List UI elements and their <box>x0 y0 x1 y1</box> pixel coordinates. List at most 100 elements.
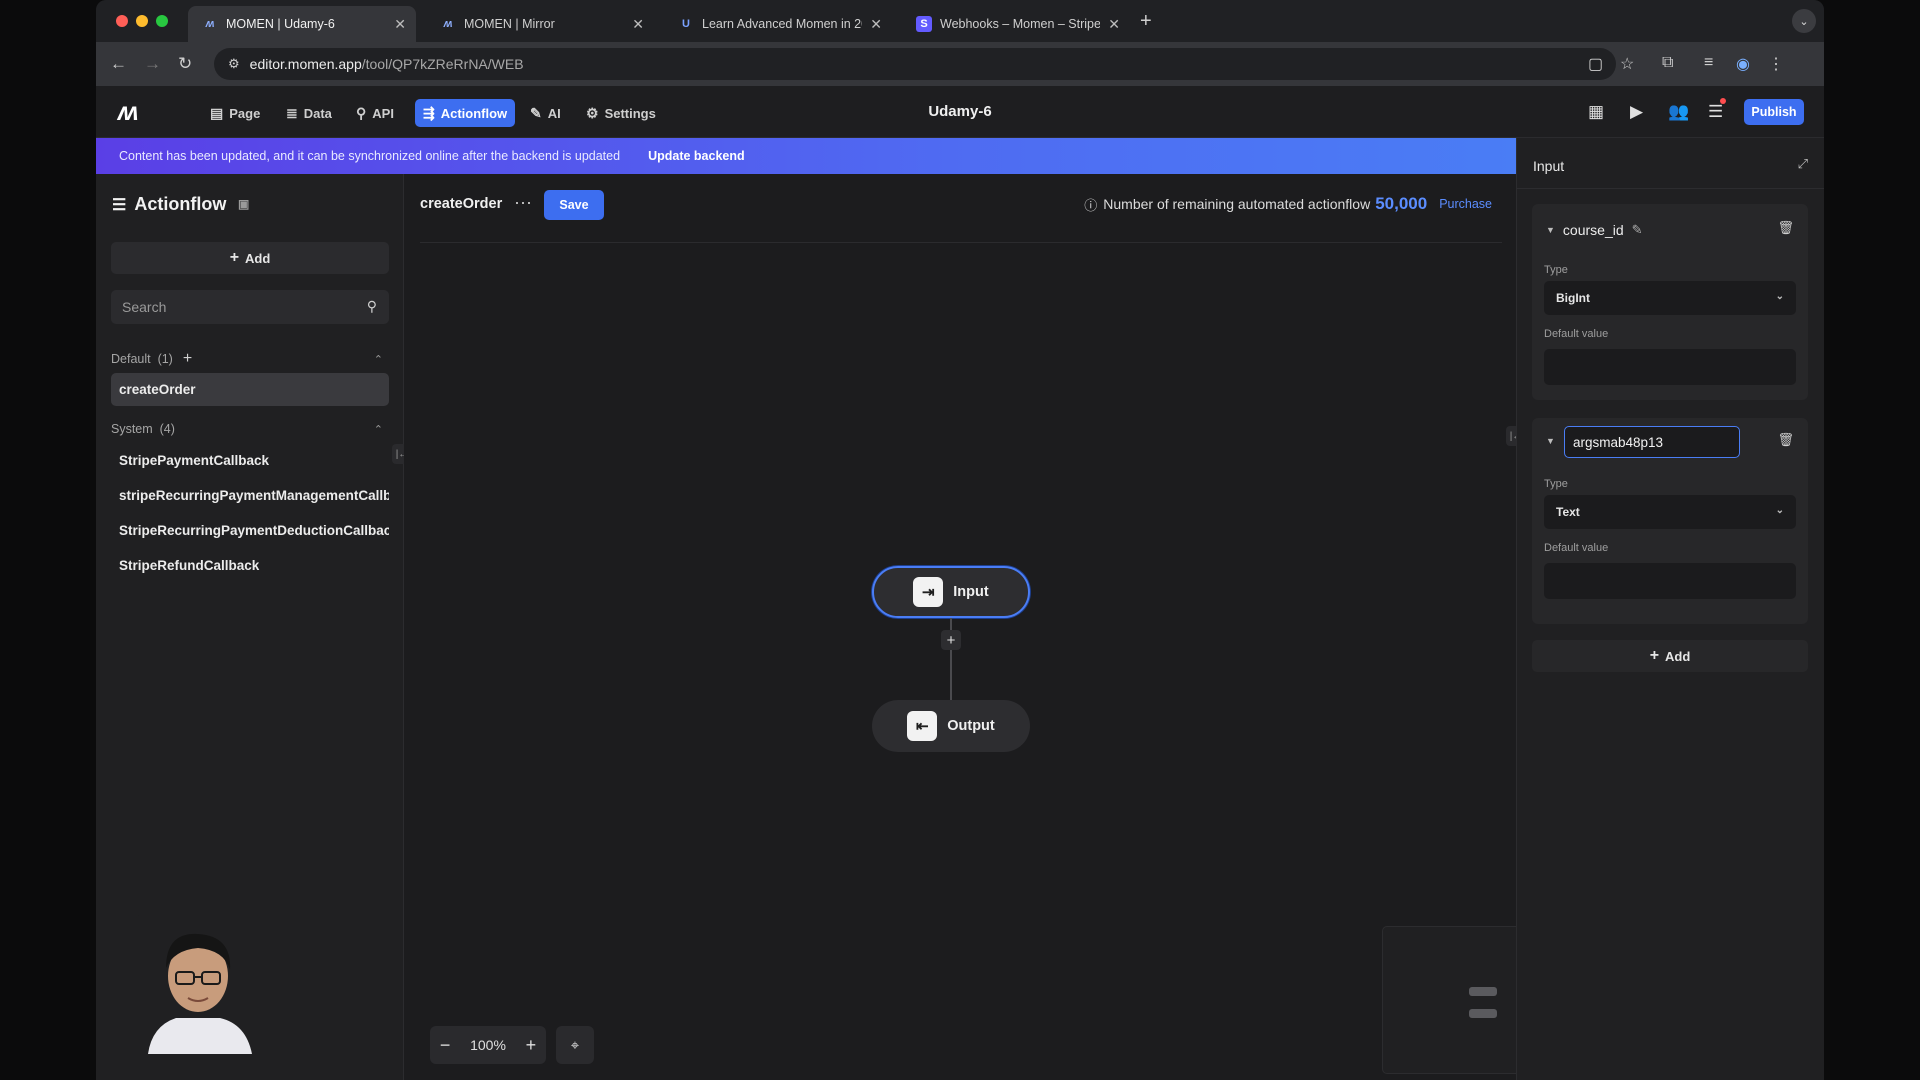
actionflow-sidebar: ☰ Actionflow ▣ + Add Search ⚲ Default (1)… <box>96 174 404 1080</box>
tab-title: MOMEN | Mirror <box>464 17 555 31</box>
caret-down-icon[interactable]: ▼ <box>1546 225 1555 235</box>
info-icon: ⓘ <box>1084 197 1098 213</box>
collapse-group-icon[interactable]: ⌃ <box>374 423 383 436</box>
type-select[interactable]: BigInt ⌄ <box>1544 281 1796 315</box>
add-label: Add <box>1665 648 1691 664</box>
list-item[interactable]: stripeRecurringPaymentManagementCallback <box>111 479 389 512</box>
close-tab-icon[interactable]: ✕ <box>632 16 644 33</box>
momen-logo-icon: ʍ <box>443 18 453 30</box>
param-card-new: ▼ 🗑 Type Text ⌄ Default value <box>1532 418 1808 624</box>
browser-tab-3[interactable]: U Learn Advanced Momen in 20 ✕ <box>664 6 892 42</box>
zoom-controls: − 100% + <box>430 1026 546 1064</box>
gear-icon: ⚙ <box>586 104 599 121</box>
back-icon[interactable]: ← <box>110 54 127 74</box>
close-tab-icon[interactable]: ✕ <box>394 16 406 33</box>
minimap-node <box>1469 1009 1497 1018</box>
flow-name: createOrder <box>420 196 503 212</box>
list-item-createorder[interactable]: createOrder <box>111 373 389 406</box>
udemy-icon: U <box>682 18 690 30</box>
plus-icon: + <box>229 249 240 266</box>
nav-label: API <box>372 105 394 121</box>
input-config-panel: Input ⤢ ▼ course_id ✎ 🗑 Type BigInt ⌄ De… <box>1516 138 1824 1080</box>
group-header-system[interactable]: System (4) ⌃ <box>111 422 389 436</box>
docs-book-icon[interactable]: ▣ <box>238 197 249 211</box>
url-path: /tool/QP7kZReRrNA/WEB <box>361 56 524 72</box>
fit-view-icon[interactable]: ⌖ <box>556 1026 594 1064</box>
nav-data[interactable]: ≣ Data <box>278 99 340 127</box>
nav-actionflow[interactable]: ⇶ Actionflow <box>415 99 516 127</box>
browser-tab-2[interactable]: ʍ MOMEN | Mirror ✕ <box>426 6 654 42</box>
media-control-icon[interactable]: ≡ <box>1704 54 1713 72</box>
close-tab-icon[interactable]: ✕ <box>1108 16 1120 33</box>
app-header: ʍ ▤ Page ≣ Data ⚲ API ⇶ Actionflow ✎ AI ⚙ Sett… <box>96 86 1824 138</box>
zoom-in-button[interactable]: + <box>526 1035 537 1056</box>
stripe-icon: S <box>916 16 932 32</box>
momen-logo-icon: ʍ <box>205 18 215 30</box>
connector-line <box>950 650 952 702</box>
publish-button[interactable]: Publish <box>1744 99 1804 125</box>
type-label: Type <box>1544 478 1568 490</box>
reload-icon[interactable]: ↻ <box>178 54 192 74</box>
more-options-icon[interactable]: ··· <box>514 192 532 213</box>
node-label: Input <box>953 584 989 600</box>
default-value-field[interactable] <box>1544 563 1796 599</box>
search-placeholder: Search <box>122 299 167 315</box>
nav-api[interactable]: ⚲ API <box>348 99 402 127</box>
notification-dot <box>1720 98 1726 104</box>
notifications-icon[interactable]: ☰ <box>1708 98 1726 122</box>
update-backend-link[interactable]: Update backend <box>648 149 745 163</box>
close-tab-icon[interactable]: ✕ <box>870 16 882 33</box>
param-header[interactable]: ▼ course_id ✎ <box>1546 222 1643 238</box>
browser-tab-4[interactable]: S Webhooks – Momen – Stripe ✕ <box>902 6 1130 42</box>
add-param-button[interactable]: + Add <box>1532 640 1808 672</box>
site-settings-icon[interactable]: ⚙ <box>228 56 240 72</box>
add-actionflow-button[interactable]: + Add <box>111 242 389 274</box>
expand-icon[interactable]: ⤢ <box>1798 156 1808 172</box>
list-item[interactable]: StripeRefundCallback <box>111 549 389 582</box>
caret-down-icon[interactable]: ▼ <box>1546 436 1555 446</box>
edit-pencil-icon[interactable]: ✎ <box>1632 222 1643 238</box>
nav-settings[interactable]: ⚙ Settings <box>578 99 664 127</box>
zoom-out-button[interactable]: − <box>440 1035 451 1056</box>
url-host: editor.momen.app <box>249 56 362 72</box>
param-name-input[interactable] <box>1564 426 1740 458</box>
preview-play-icon[interactable]: ▶ <box>1630 102 1643 122</box>
nav-page[interactable]: ▤ Page <box>202 99 268 127</box>
canvas-divider <box>420 242 1502 243</box>
input-node[interactable]: ⇥ Input <box>872 566 1030 618</box>
extensions-icon[interactable]: ⧉ <box>1662 54 1673 72</box>
bookmark-star-icon[interactable]: ☆ <box>1620 54 1634 74</box>
address-bar[interactable]: ⚙ editor.momen.app/tool/QP7kZReRrNA/WEB <box>214 48 1616 80</box>
tab-search-icon[interactable]: ⌄ <box>1792 9 1816 33</box>
search-input[interactable]: Search ⚲ <box>111 290 389 324</box>
actionflow-canvas[interactable]: createOrder ··· Save ⓘ Number of remaini… <box>404 174 1582 1080</box>
maximize-window-icon[interactable] <box>156 15 168 27</box>
new-tab-icon[interactable]: + <box>1140 10 1152 33</box>
save-button[interactable]: Save <box>544 190 604 220</box>
add-to-group-icon[interactable]: + <box>183 350 192 368</box>
minimize-window-icon[interactable] <box>136 15 148 27</box>
nav-ai[interactable]: ✎ AI <box>522 99 569 127</box>
type-select[interactable]: Text ⌄ <box>1544 495 1796 529</box>
bookmark-manager-icon[interactable]: ▢ <box>1588 54 1603 74</box>
browser-menu-icon[interactable]: ⋮ <box>1768 54 1784 74</box>
document-icon[interactable]: ▦ <box>1588 102 1604 122</box>
collaborators-icon[interactable]: 👥 <box>1668 102 1689 122</box>
add-node-button[interactable]: + <box>941 630 961 650</box>
profile-avatar-icon[interactable]: ◉ <box>1736 54 1750 74</box>
browser-tab-1[interactable]: ʍ MOMEN | Udamy-6 ✕ <box>188 6 416 42</box>
group-header-default[interactable]: Default (1) + ⌃ <box>111 350 389 368</box>
momen-logo-icon[interactable]: ʍ <box>118 96 138 127</box>
collapse-group-icon[interactable]: ⌃ <box>374 353 383 366</box>
list-item[interactable]: StripePaymentCallback <box>111 444 389 477</box>
default-value-field[interactable] <box>1544 349 1796 385</box>
delete-param-icon[interactable]: 🗑 <box>1777 432 1794 448</box>
forward-icon[interactable]: → <box>144 54 161 74</box>
search-icon[interactable]: ⚲ <box>367 298 377 315</box>
output-node[interactable]: ⇤ Output <box>872 700 1030 752</box>
close-window-icon[interactable] <box>116 15 128 27</box>
purchase-link[interactable]: Purchase <box>1439 197 1492 211</box>
list-item[interactable]: StripeRecurringPaymentDeductionCallback <box>111 514 389 547</box>
sidebar-title: ☰ Actionflow ▣ <box>112 194 249 215</box>
delete-param-icon[interactable]: 🗑 <box>1777 220 1794 236</box>
